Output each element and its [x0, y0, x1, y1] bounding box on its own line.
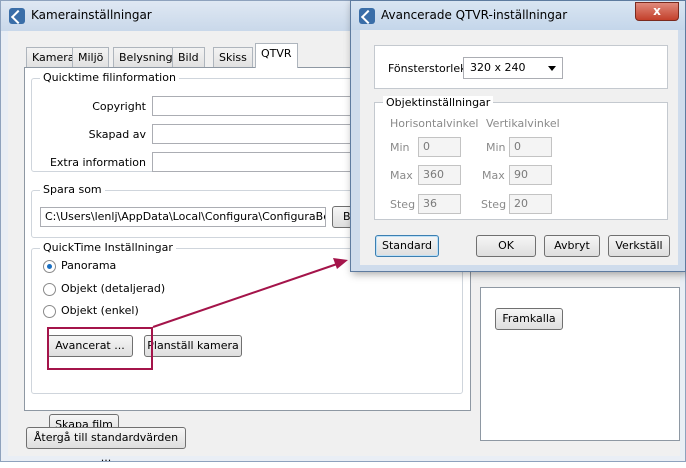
quicktime-info-legend: Quicktime filinformation — [40, 71, 179, 84]
cancel-button[interactable]: Avbryt — [544, 235, 600, 257]
tab-bild[interactable]: Bild — [172, 47, 205, 67]
min-label-v: Min — [486, 141, 506, 154]
window-size-box: Fönsterstorlek 320 x 240 — [374, 45, 668, 89]
standard-button[interactable]: Standard — [375, 235, 439, 257]
save-as-legend: Spara som — [40, 183, 105, 196]
reset-defaults-button[interactable]: Återgå till standardvärden ... — [26, 427, 186, 464]
window-size-value: 320 x 240 — [470, 61, 526, 74]
advanced-highlight-box — [47, 327, 153, 370]
window-size-label: Fönsterstorlek — [388, 62, 467, 75]
object-settings-legend: Objektinställningar — [383, 96, 494, 109]
dialog-titlebar[interactable]: Avancerade QTVR-inställningar x — [351, 1, 685, 30]
object-simple-radio[interactable] — [43, 305, 56, 318]
extra-info-label: Extra information — [49, 156, 146, 169]
max-vertical-field[interactable]: 90 — [509, 165, 552, 185]
level-camera-button[interactable]: Planställ kamera — [144, 335, 242, 357]
object-detailed-radio[interactable] — [43, 283, 56, 296]
app-icon — [9, 8, 25, 24]
step-label-v: Steg — [481, 198, 507, 211]
copyright-label: Copyright — [92, 100, 146, 113]
vertical-angle-header: Vertikalvinkel — [486, 117, 560, 130]
min-label-h: Min — [390, 141, 410, 154]
save-path-field[interactable]: C:\Users\lenlj\AppData\Local\Configura\C… — [40, 207, 326, 227]
object-settings-group: Objektinställningar Horisontalvinkel Ver… — [374, 96, 668, 220]
min-vertical-field[interactable]: 0 — [509, 137, 552, 157]
min-horizontal-field[interactable]: 0 — [418, 137, 461, 157]
dialog-title: Avancerade QTVR-inställningar — [381, 8, 568, 22]
close-icon[interactable]: x — [635, 2, 679, 21]
chevron-down-icon — [548, 66, 556, 71]
advanced-qtvr-dialog: Avancerade QTVR-inställningar x Fönsters… — [350, 0, 686, 272]
horizontal-angle-header: Horisontalvinkel — [390, 117, 479, 130]
object-simple-label[interactable]: Objekt (enkel) — [61, 304, 139, 317]
max-horizontal-field[interactable]: 360 — [418, 165, 461, 185]
created-by-label: Skapad av — [88, 128, 146, 141]
ok-button[interactable]: OK — [476, 235, 536, 257]
tab-skiss[interactable]: Skiss — [213, 47, 253, 67]
window-size-select[interactable]: 320 x 240 — [463, 57, 563, 79]
dialog-app-icon — [359, 8, 375, 24]
apply-button[interactable]: Verkställ — [608, 235, 670, 257]
step-horizontal-field[interactable]: 36 — [418, 194, 461, 214]
tab-miljo[interactable]: Miljö — [72, 47, 110, 67]
panorama-label[interactable]: Panorama — [61, 259, 116, 272]
max-label-h: Max — [390, 169, 413, 182]
dialog-client-area: Fönsterstorlek 320 x 240 Objektinställni… — [360, 30, 678, 265]
quicktime-settings-legend: QuickTime Inställningar — [40, 241, 176, 254]
main-window-title: Kamerainställningar — [31, 8, 152, 22]
object-detailed-label[interactable]: Objekt (detaljerad) — [61, 282, 165, 295]
step-label-h: Steg — [390, 198, 416, 211]
tab-qtvr[interactable]: QTVR — [255, 43, 298, 68]
render-button[interactable]: Framkalla — [495, 308, 563, 330]
tab-belysning[interactable]: Belysning — [113, 47, 179, 67]
max-label-v: Max — [482, 169, 505, 182]
panorama-radio[interactable] — [43, 260, 56, 273]
right-panel: Framkalla — [480, 287, 680, 441]
step-vertical-field[interactable]: 20 — [509, 194, 552, 214]
